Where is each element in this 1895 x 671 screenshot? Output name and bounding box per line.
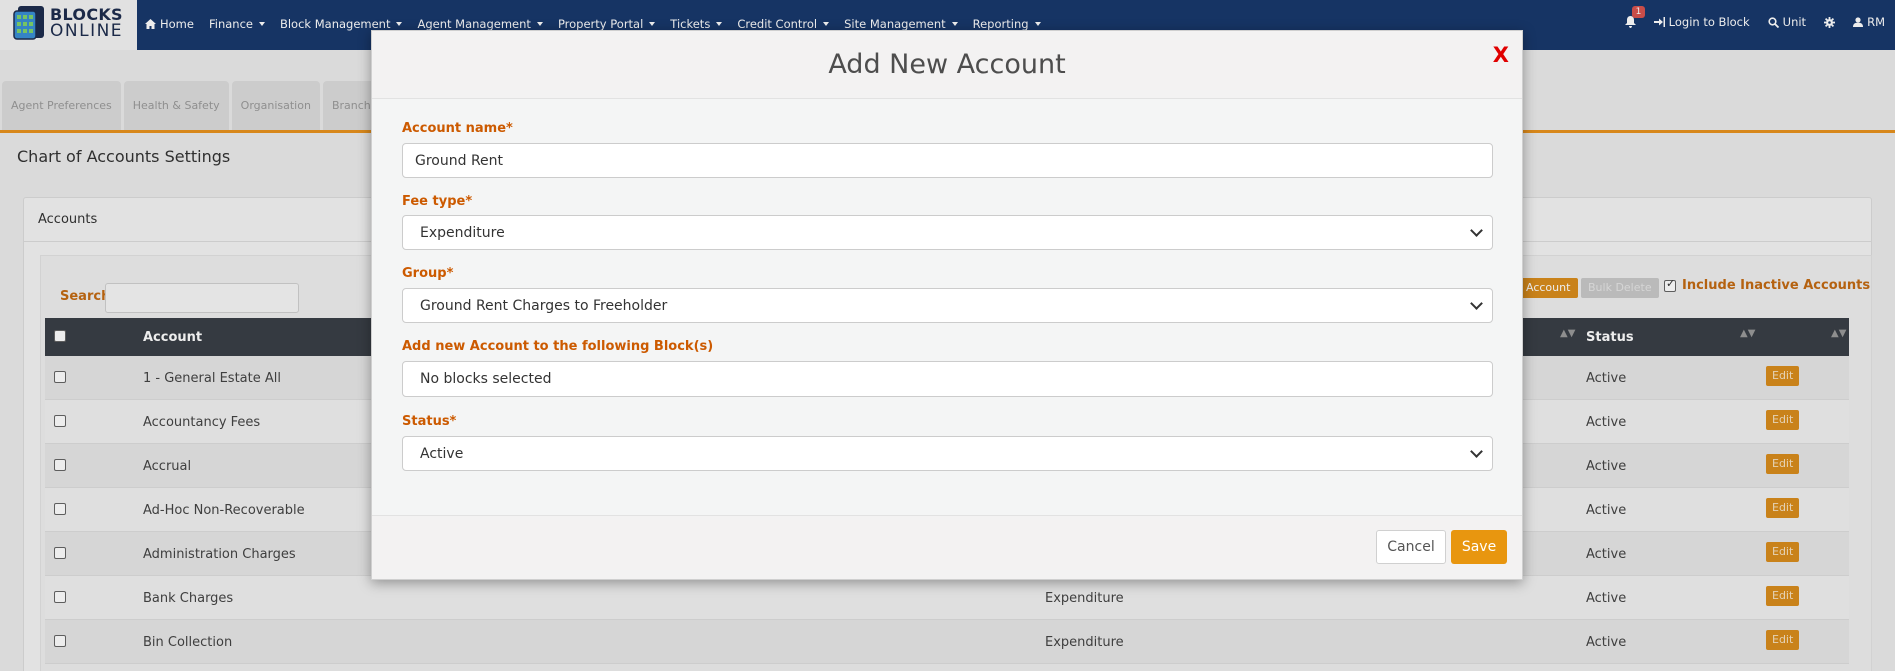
modal-header: Add New Account X <box>372 31 1522 99</box>
save-button[interactable]: Save <box>1451 530 1507 564</box>
add-account-modal: Add New Account X Account name* Ground R… <box>371 30 1523 580</box>
account-name-input[interactable]: Ground Rent <box>402 143 1493 178</box>
chevron-down-icon <box>1470 297 1483 310</box>
close-icon[interactable]: X <box>1493 43 1509 67</box>
status-select[interactable]: Active <box>402 436 1493 471</box>
group-select[interactable]: Ground Rent Charges to Freeholder <box>402 288 1493 323</box>
status-label: Status* <box>402 414 457 429</box>
group-value: Ground Rent Charges to Freeholder <box>420 298 668 314</box>
blocks-label: Add new Account to the following Block(s… <box>402 339 714 354</box>
chevron-down-icon <box>1470 445 1483 458</box>
fee-type-label: Fee type* <box>402 194 473 209</box>
modal-footer: Cancel Save <box>372 515 1522 579</box>
status-value: Active <box>420 446 464 462</box>
blocks-multiselect[interactable]: No blocks selected <box>402 361 1493 397</box>
fee-type-value: Expenditure <box>420 225 505 241</box>
group-label: Group* <box>402 266 454 281</box>
chevron-down-icon <box>1470 224 1483 237</box>
fee-type-select[interactable]: Expenditure <box>402 215 1493 250</box>
cancel-button[interactable]: Cancel <box>1376 530 1446 564</box>
account-name-value: Ground Rent <box>415 153 504 169</box>
modal-title: Add New Account <box>828 49 1066 80</box>
account-name-label: Account name* <box>402 121 513 136</box>
blocks-value: No blocks selected <box>420 371 552 387</box>
